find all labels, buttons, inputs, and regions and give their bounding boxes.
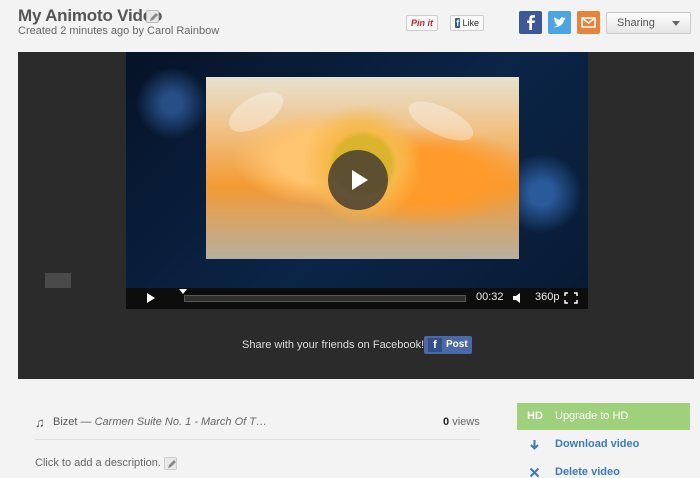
views-number: 0: [443, 416, 450, 428]
play-button[interactable]: [328, 150, 388, 210]
sharing-dropdown[interactable]: Sharing: [606, 12, 691, 34]
soundtrack-info: Bizet — Carmen Suite No. 1 - March Of T…: [53, 416, 267, 428]
email-icon: [581, 17, 596, 28]
twitter-icon: [553, 17, 566, 28]
share-facebook-button[interactable]: [519, 11, 542, 34]
description-prompt[interactable]: Click to add a description.: [35, 457, 161, 469]
facebook-icon: f: [455, 18, 461, 28]
music-note-icon: ♫: [35, 415, 45, 430]
track-title: Carmen Suite No. 1 - March Of T…: [94, 416, 267, 428]
created-info: Created 2 minutes ago by Carol Rainbow: [18, 25, 220, 37]
sharing-label: Sharing: [617, 17, 655, 29]
quality-selector[interactable]: 360p: [535, 291, 559, 303]
track-separator: —: [80, 416, 92, 428]
seek-handle[interactable]: [179, 289, 187, 294]
pinterest-button[interactable]: Pin it: [406, 15, 438, 31]
download-label: Download video: [555, 438, 640, 450]
facebook-like-button[interactable]: f Like: [450, 15, 484, 31]
fullscreen-icon[interactable]: [564, 292, 578, 304]
edit-title-button[interactable]: [146, 10, 159, 23]
play-icon: [352, 170, 368, 190]
seek-bar[interactable]: [184, 295, 466, 302]
download-icon: [530, 440, 539, 450]
player-controls: 00:32 360p: [126, 288, 588, 309]
highlight: [403, 93, 479, 149]
view-count: 0 views: [443, 416, 480, 428]
seek-preview: [45, 273, 71, 288]
upgrade-hd-button[interactable]: HD Upgrade to HD: [517, 403, 690, 430]
share-twitter-button[interactable]: [548, 11, 571, 34]
close-icon: [529, 467, 540, 478]
volume-icon[interactable]: [512, 292, 524, 304]
like-label: Like: [462, 18, 479, 28]
pencil-icon: [150, 13, 158, 21]
time-display: 00:32: [476, 291, 504, 303]
facebook-post-button[interactable]: f Post: [424, 336, 472, 354]
page-title: My Animoto Video: [18, 6, 163, 25]
divider: [35, 439, 480, 440]
upgrade-label: Upgrade to HD: [555, 410, 629, 422]
play-icon[interactable]: [146, 292, 156, 304]
highlight: [222, 84, 290, 140]
edit-description-button[interactable]: [164, 457, 177, 470]
share-email-button[interactable]: [577, 11, 600, 34]
facebook-icon: f: [428, 338, 442, 352]
pencil-icon: [168, 460, 176, 468]
facebook-share-message: Share with your friends on Facebook!: [242, 339, 425, 351]
delete-label: Delete video: [555, 466, 620, 478]
chevron-down-icon: [672, 21, 680, 26]
post-label: Post: [446, 339, 468, 350]
hd-badge: HD: [527, 410, 543, 422]
views-label: views: [452, 416, 480, 428]
track-artist: Bizet: [53, 416, 78, 428]
facebook-icon: [527, 15, 535, 30]
